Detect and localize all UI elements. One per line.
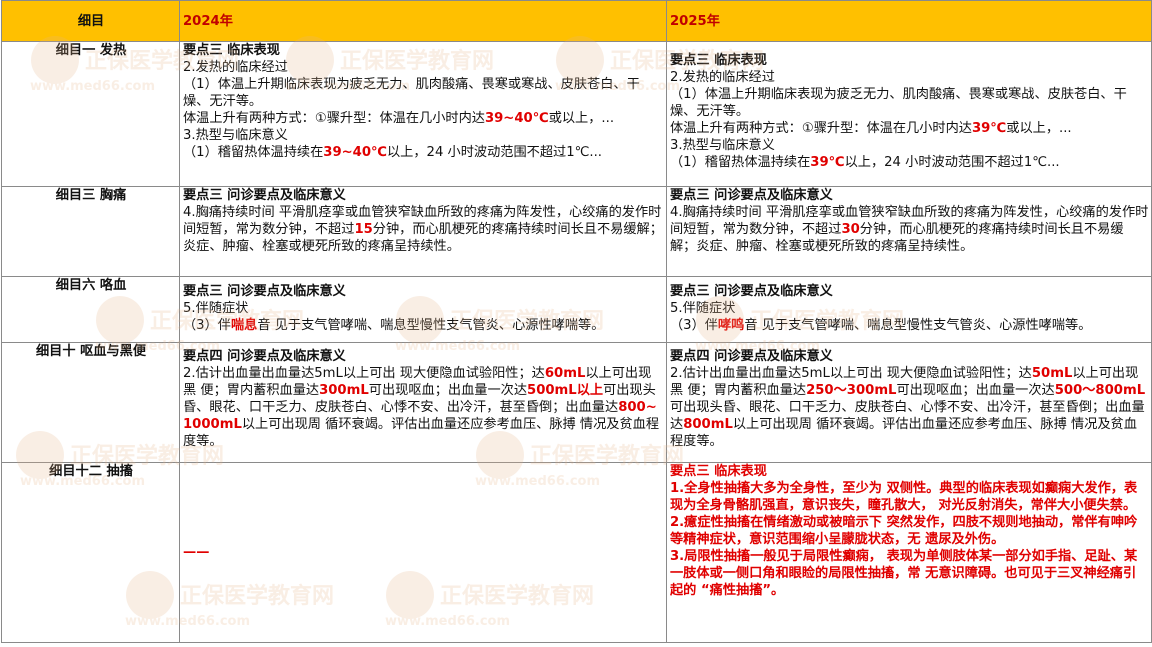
text-line: 3.热型与临床意义	[183, 128, 288, 143]
cell-2024: 要点三 临床表现 2.发热的临床经过 （1）体温上升期临床表现为疲乏无力、肌肉酸…	[179, 41, 667, 187]
paragraph: 1.全身性抽搐大多为全身性，至少为 双侧性。典型的临床表现如癫痫大发作，表 现为…	[670, 481, 1138, 513]
table-row: 细目十二 抽搐 —— 要点三 临床表现 1.全身性抽搐大多为全身性，至少为 双侧…	[1, 462, 1152, 643]
changed-value: 50mL	[1031, 366, 1073, 381]
category-cell: 细目三 胸痛	[1, 186, 180, 277]
text-line: 3.热型与临床意义	[670, 138, 775, 153]
text-line: 2.估计出血量出血量达5mL以上可出 现大便隐血试验阳性；达60mL以上可出现黑…	[183, 365, 664, 450]
text-line: （1）体温上升期临床表现为疲乏无力、肌肉酸痛、畏寒或寒战、皮肤苍白、干燥、无汗等…	[183, 77, 640, 109]
text-segment: （1）稽留热体温持续在	[670, 155, 811, 170]
text-segment: 以上可出现周 循环衰竭。评估出血量还应参考血压、脉搏 情况及贫血程度等。	[183, 417, 660, 449]
cell-2025: 要点四 问诊要点及临床意义 2.估计出血量出血量达5mL以上可出 现大便隐血试验…	[666, 342, 1152, 463]
header-2024: 2024年	[179, 0, 667, 42]
text-line: 2.发热的临床经过	[670, 70, 775, 85]
changed-value: 39℃	[971, 121, 1007, 136]
text-segment: 体温上升有两种方式：①骤升型：体温在几小时内达	[183, 111, 485, 126]
section-title: 要点三 问诊要点及临床意义	[670, 284, 833, 299]
empty-marker: ——	[183, 545, 210, 560]
changed-value: 30	[841, 222, 860, 237]
changed-value: 39℃	[810, 155, 845, 170]
section-title: 要点三 问诊要点及临床意义	[183, 188, 346, 203]
text-line: 5.伴随症状	[183, 301, 249, 316]
changed-value: 300mL	[319, 383, 369, 398]
text-line: （3）伴哮鸣音 见于支气管哮喘、喘息型慢性支气管炎、心源性哮喘等。	[670, 317, 1149, 334]
text-line: 体温上升有两种方式：①骤升型：体温在几小时内达39~40℃或以上，...	[183, 110, 664, 127]
text-segment: 以上，24 小时波动范围不超过1℃...	[844, 155, 1060, 170]
cell-2025: 要点三 临床表现 2.发热的临床经过 （1）体温上升期临床表现为疲乏无力、肌肉酸…	[666, 41, 1152, 187]
section-title: 要点四 问诊要点及临床意义	[670, 349, 833, 364]
text-segment: 2.估计出血量出血量达5mL以上可出 现大便隐血试验阳性；达	[670, 366, 1032, 381]
table-row: 细目一 发热 要点三 临床表现 2.发热的临床经过 （1）体温上升期临床表现为疲…	[1, 41, 1152, 187]
changed-value: 哮鸣	[717, 318, 745, 333]
changed-value: 喘息	[230, 318, 258, 333]
text-line: （3）伴喘息音 见于支气管哮喘、喘息型慢性支气管炎、心源性哮喘等。	[183, 317, 664, 334]
section-title: 要点四 问诊要点及临床意义	[183, 349, 346, 364]
text-segment: 以上可出现周 循环衰竭。评估出血量还应参考血压、脉搏 情况及贫血程度等。	[670, 417, 1137, 449]
text-segment: 以上，24 小时波动范围不超过1℃...	[387, 145, 602, 160]
text-segment: 音 见于支气管哮喘、喘息型慢性支气管炎、心源性哮喘等。	[257, 318, 605, 333]
table-row: 细目十 呕血与黑便 要点四 问诊要点及临床意义 2.估计出血量出血量达5mL以上…	[1, 342, 1152, 463]
text-segment: 或以上，...	[548, 111, 615, 126]
text-segment: 体温上升有两种方式：①骤升型：体温在几小时内达	[670, 121, 972, 136]
text-line: 4.胸痛持续时间 平滑肌痉挛或血管狭窄缺血所致的疼痛为阵发性，心绞痛的发作时间短…	[670, 204, 1149, 255]
cell-2024: ——	[179, 462, 667, 643]
section-title: 要点三 临床表现	[183, 43, 280, 58]
section-title: 要点三 问诊要点及临床意义	[183, 284, 346, 299]
category-cell: 细目一 发热	[1, 41, 180, 187]
text-line: 2.估计出血量出血量达5mL以上可出 现大便隐血试验阳性；达50mL以上可出现黑…	[670, 365, 1149, 450]
cell-2024: 要点三 问诊要点及临床意义 5.伴随症状 （3）伴喘息音 见于支气管哮喘、喘息型…	[179, 276, 667, 343]
category-cell: 细目六 咯血	[1, 276, 180, 343]
section-title: 要点三 临床表现	[670, 53, 767, 68]
paragraph: 2.癔症性抽搐在情绪激动或被暗示下 突然发作，四肢不规则地抽动，常伴有呻吟 等精…	[670, 515, 1138, 547]
header-row: 细目 2024年 2025年	[1, 0, 1152, 42]
cell-2025: 要点三 临床表现 1.全身性抽搐大多为全身性，至少为 双侧性。典型的临床表现如癫…	[666, 462, 1152, 643]
cell-2024: 要点四 问诊要点及临床意义 2.估计出血量出血量达5mL以上可出 现大便隐血试验…	[179, 342, 667, 463]
changed-value: 39~40℃	[323, 145, 387, 160]
cell-2024: 要点三 问诊要点及临床意义 4.胸痛持续时间 平滑肌痉挛或血管狭窄缺血所致的疼痛…	[179, 186, 667, 277]
category-cell: 细目十二 抽搐	[1, 462, 180, 643]
table-row: 细目三 胸痛 要点三 问诊要点及临床意义 4.胸痛持续时间 平滑肌痉挛或血管狭窄…	[1, 186, 1152, 277]
cell-2025: 要点三 问诊要点及临床意义 4.胸痛持续时间 平滑肌痉挛或血管狭窄缺血所致的疼痛…	[666, 186, 1152, 277]
text-line: 2.发热的临床经过	[183, 60, 288, 75]
changed-value: 800mL	[683, 417, 733, 432]
changed-value: 250～300mL	[806, 383, 897, 398]
section-title: 要点三 临床表现	[670, 464, 767, 479]
header-2025: 2025年	[666, 0, 1152, 42]
changed-value: 39~40℃	[484, 111, 549, 126]
text-line: （1）稽留热体温持续在39℃以上，24 小时波动范围不超过1℃...	[670, 154, 1149, 171]
cell-2025: 要点三 问诊要点及临床意义 5.伴随症状 （3）伴哮鸣音 见于支气管哮喘、喘息型…	[666, 276, 1152, 343]
text-line: 4.胸痛持续时间 平滑肌痉挛或血管狭窄缺血所致的疼痛为阵发性，心绞痛的发作时间短…	[183, 204, 664, 255]
changed-value: 15	[354, 222, 373, 237]
text-segment: （1）稽留热体温持续在	[183, 145, 324, 160]
changed-value: 500mL以上	[527, 383, 604, 398]
text-line: （1）稽留热体温持续在39~40℃以上，24 小时波动范围不超过1℃...	[183, 144, 664, 161]
text-segment: 可出现呕血；出血量一次达	[368, 383, 528, 398]
table-row: 细目六 咯血 要点三 问诊要点及临床意义 5.伴随症状 （3）伴喘息音 见于支气…	[1, 276, 1152, 343]
category-cell: 细目十 呕血与黑便	[1, 342, 180, 463]
comparison-table: 细目 2024年 2025年 细目一 发热 要点三 临床表现 2.发热的临床经过…	[1, 0, 1152, 643]
text-line: 5.伴随症状	[670, 301, 736, 316]
section-title: 要点三 问诊要点及临床意义	[670, 188, 833, 203]
paragraph: 3.局限性抽搐一般见于局限性癫痫， 表现为单侧肢体某一部分如手指、足趾、某 一肢…	[670, 549, 1138, 598]
text-segment: 2.估计出血量出血量达5mL以上可出 现大便隐血试验阳性；达	[183, 366, 545, 381]
text-segment: 音 见于支气管哮喘、喘息型慢性支气管炎、心源性哮喘等。	[744, 318, 1092, 333]
text-segment: 或以上，...	[1006, 121, 1072, 136]
changed-value: 60mL	[544, 366, 586, 381]
text-segment: 可出现呕血；出血量一次达	[896, 383, 1055, 398]
text-segment: （3）伴	[670, 318, 718, 333]
changed-value: 500～800mL	[1054, 383, 1146, 398]
text-segment: （3）伴	[183, 318, 231, 333]
header-category: 细目	[1, 0, 180, 42]
text-line: 体温上升有两种方式：①骤升型：体温在几小时内达39℃或以上，...	[670, 120, 1149, 137]
text-line: （1）体温上升期临床表现为疲乏无力、肌肉酸痛、畏寒或寒战、皮肤苍白、干燥、无汗等…	[670, 87, 1127, 119]
